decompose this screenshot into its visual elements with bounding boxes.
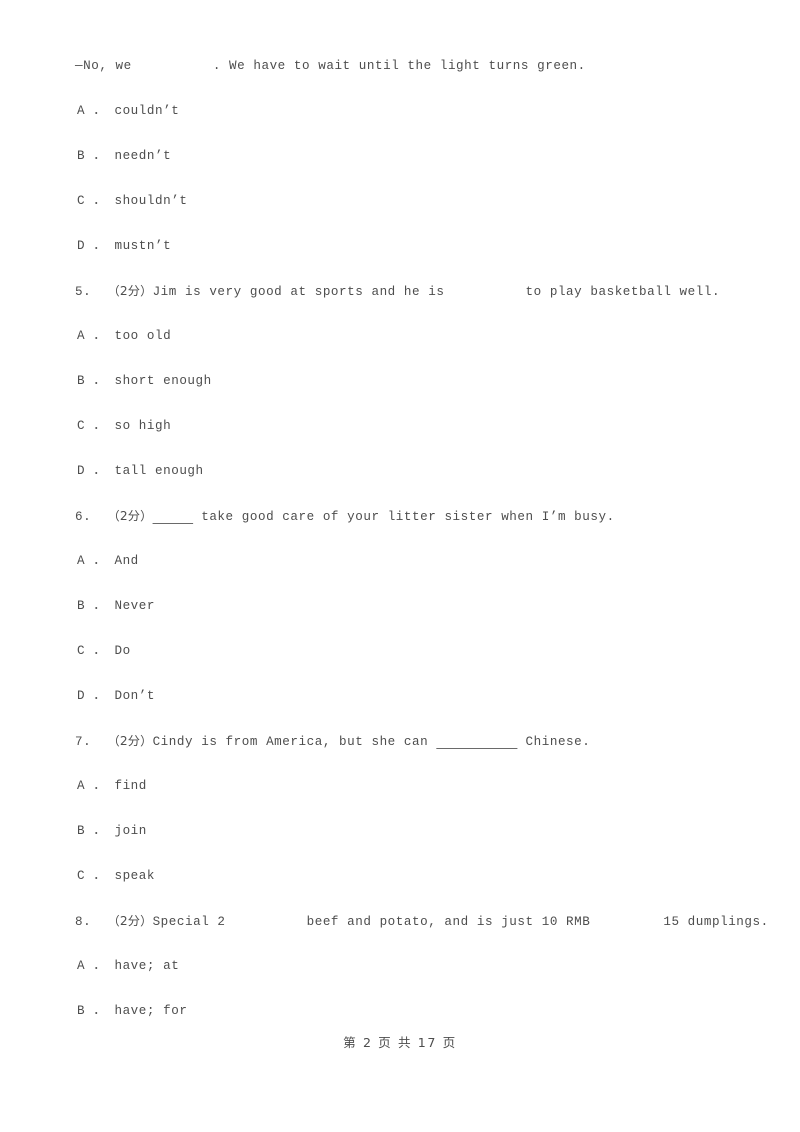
question-6-option-c[interactable]: C ． Do xyxy=(75,640,725,685)
question-8-stem-middle: beef and potato, and is just 10 RMB xyxy=(306,915,591,929)
question-6-option-d[interactable]: D ． Don’t xyxy=(75,685,725,730)
document-page: —No, we . We have to wait until the ligh… xyxy=(0,0,800,1132)
question-5-option-a[interactable]: A ． too old xyxy=(75,325,725,370)
question-6-stem-after: take good care of your litter sister whe… xyxy=(193,510,615,524)
question-7-option-c[interactable]: C ． speak xyxy=(75,865,725,910)
page-footer: 第 2 页 共 17 页 xyxy=(343,1035,457,1050)
question-5-option-d[interactable]: D ． tall enough xyxy=(75,460,725,505)
question-5-stem-before: Jim is very good at sports and he is xyxy=(152,285,445,299)
question-8-number-space xyxy=(91,915,107,929)
question-6-blank: _____ xyxy=(153,510,194,524)
question-6-option-a[interactable]: A ． And xyxy=(75,550,725,595)
carryover-option-a[interactable]: A ． couldn’t xyxy=(75,100,725,145)
question-5-stem: 5. （2分）Jim is very good at sports and he… xyxy=(75,280,725,325)
carryover-question-stem: —No, we . We have to wait until the ligh… xyxy=(75,59,586,73)
question-7-number: 7. xyxy=(75,735,92,749)
question-6-marks: （2分） xyxy=(107,509,153,523)
question-8-option-a[interactable]: A ． have; at xyxy=(75,955,725,1000)
question-6-number-space xyxy=(91,510,107,524)
question-5-number-space xyxy=(91,285,107,299)
question-7-option-a[interactable]: A ． find xyxy=(75,775,725,820)
page-content: —No, we . We have to wait until the ligh… xyxy=(75,55,768,1045)
carryover-option-b[interactable]: B ． needn’t xyxy=(75,145,725,190)
question-8-marks: （2分） xyxy=(107,914,153,928)
question-8-blank-2 xyxy=(590,915,663,929)
question-8-stem-before: Special 2 xyxy=(152,915,226,929)
question-5-blank xyxy=(444,285,525,299)
question-8-stem-after: 15 dumplings. xyxy=(663,915,769,929)
question-6-option-b[interactable]: B ． Never xyxy=(75,595,725,640)
question-5-option-c[interactable]: C ． so high xyxy=(75,415,725,460)
question-5-number: 5. xyxy=(75,285,92,299)
question-7-stem: 7. （2分）Cindy is from America, but she ca… xyxy=(75,730,725,775)
question-5-option-b[interactable]: B ． short enough xyxy=(75,370,725,415)
question-7-marks: （2分） xyxy=(107,734,153,748)
question-6-number: 6. xyxy=(75,510,92,524)
question-5-stem-after: to play basketball well. xyxy=(525,285,721,299)
carryover-option-c[interactable]: C ． shouldn’t xyxy=(75,190,725,235)
question-7-number-space xyxy=(91,735,107,749)
question-7-blank: __________ xyxy=(436,735,517,749)
question-8-blank-1 xyxy=(226,915,307,929)
carryover-option-d[interactable]: D ． mustn’t xyxy=(75,235,725,280)
question-7-stem-after: Chinese. xyxy=(517,735,591,749)
question-8-stem: 8. （2分）Special 2 beef and potato, and is… xyxy=(75,910,768,955)
question-8-number: 8. xyxy=(75,915,92,929)
question-5-marks: （2分） xyxy=(107,284,153,298)
question-6-stem: 6. （2分）_____ take good care of your litt… xyxy=(75,505,725,550)
question-7-option-b[interactable]: B ． join xyxy=(75,820,725,865)
question-7-stem-before: Cindy is from America, but she can xyxy=(152,735,437,749)
